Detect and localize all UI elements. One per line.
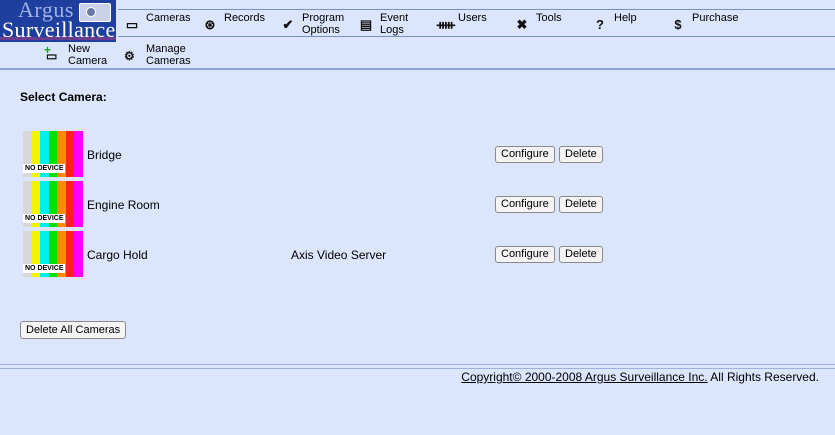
subnav-new-camera[interactable]: + ▭ New Camera xyxy=(44,42,120,68)
nav-program-options[interactable]: ✔ Program Options xyxy=(274,9,352,37)
color-bar xyxy=(65,181,75,227)
camera-name: Engine Room xyxy=(87,198,160,212)
color-bar xyxy=(65,231,75,277)
checkmark-icon: ✔ xyxy=(282,17,294,32)
new-camera-icon: + ▭ xyxy=(44,43,58,63)
no-device-label: NO DEVICE xyxy=(23,164,65,173)
argus-logo[interactable]: Argus Surveillance xyxy=(0,0,116,42)
nav-tools-label: Tools xyxy=(536,12,562,24)
delete-all-cameras-button[interactable]: Delete All Cameras xyxy=(20,321,127,339)
subnav-manage-cameras[interactable]: ⚙ Manage Cameras xyxy=(124,42,204,68)
delete-button[interactable]: Delete xyxy=(559,196,603,213)
nav-users[interactable]: ᚔ Users xyxy=(430,9,508,37)
subnav-manage-cameras-label: Manage Cameras xyxy=(146,43,191,67)
color-bar xyxy=(65,131,75,177)
nav-help-label: Help xyxy=(614,12,637,24)
copyright: Copyright© 2000-2008 Argus Surveillance … xyxy=(461,370,819,384)
rights-text: All Rights Reserved. xyxy=(707,370,819,384)
color-bar xyxy=(74,231,83,277)
camera-thumbnail[interactable]: NO DEVICE xyxy=(23,231,83,277)
color-bar xyxy=(74,181,83,227)
camera-name: Cargo Hold xyxy=(87,248,148,262)
nav-help[interactable]: ? Help xyxy=(586,9,664,37)
camera-thumbnail[interactable]: NO DEVICE xyxy=(23,131,83,177)
configure-button[interactable]: Configure xyxy=(495,196,555,213)
camera-icon: ▭ xyxy=(125,17,139,32)
camera-name: Bridge xyxy=(87,148,122,162)
dollar-icon: $ xyxy=(674,17,682,32)
footer-divider-bottom xyxy=(0,368,835,369)
logo-camera-icon xyxy=(79,3,111,22)
top-bar: Argus Surveillance ▭ Cameras ⊛ Records ✔… xyxy=(0,0,835,42)
nav-program-options-label: Program Options xyxy=(302,12,345,36)
nav-users-label: Users xyxy=(458,12,487,24)
configure-button[interactable]: Configure xyxy=(495,246,555,263)
delete-button[interactable]: Delete xyxy=(559,146,603,163)
nav-purchase-label: Purchase xyxy=(692,12,739,24)
footer-divider-top xyxy=(0,364,835,365)
no-device-label: NO DEVICE xyxy=(23,264,65,273)
camera-thumbnail[interactable]: NO DEVICE xyxy=(23,181,83,227)
nav-records-label: Records xyxy=(224,12,265,24)
nav-purchase[interactable]: $ Purchase xyxy=(664,9,754,37)
question-icon: ? xyxy=(596,17,604,32)
color-bar xyxy=(74,131,83,177)
manage-cameras-icon: ⚙ xyxy=(124,49,135,63)
main-nav: ▭ Cameras ⊛ Records ✔ Program Options ▤ … xyxy=(118,9,835,37)
tools-icon: ✖ xyxy=(516,17,528,32)
delete-button[interactable]: Delete xyxy=(559,246,603,263)
users-icon: ᚔ xyxy=(437,17,455,32)
select-camera-heading: Select Camera: xyxy=(20,90,107,104)
no-device-label: NO DEVICE xyxy=(23,214,65,223)
nav-event-logs-label: Event Logs xyxy=(380,12,409,36)
copyright-link[interactable]: Copyright© 2000-2008 Argus Surveillance … xyxy=(461,370,707,384)
nav-event-logs[interactable]: ▤ Event Logs xyxy=(352,9,430,37)
document-icon: ▤ xyxy=(359,17,373,32)
logo-swoosh xyxy=(0,37,116,40)
sub-nav: + ▭ New Camera ⚙ Manage Cameras xyxy=(0,42,835,70)
camera-type: Axis Video Server xyxy=(291,248,387,262)
subnav-new-camera-label: New Camera xyxy=(68,43,108,67)
nav-tools[interactable]: ✖ Tools xyxy=(508,9,586,37)
camera-row: NO DEVICE Bridge Configure Delete xyxy=(22,131,622,179)
nav-records[interactable]: ⊛ Records xyxy=(196,9,274,37)
nav-cameras-label: Cameras xyxy=(146,12,191,24)
camera-row: NO DEVICE Cargo Hold Axis Video Server Conf… xyxy=(22,231,622,279)
configure-button[interactable]: Configure xyxy=(495,146,555,163)
film-reel-icon: ⊛ xyxy=(204,17,216,32)
nav-cameras[interactable]: ▭ Cameras xyxy=(118,9,196,37)
camera-row: NO DEVICE Engine Room Configure Delete xyxy=(22,181,622,229)
